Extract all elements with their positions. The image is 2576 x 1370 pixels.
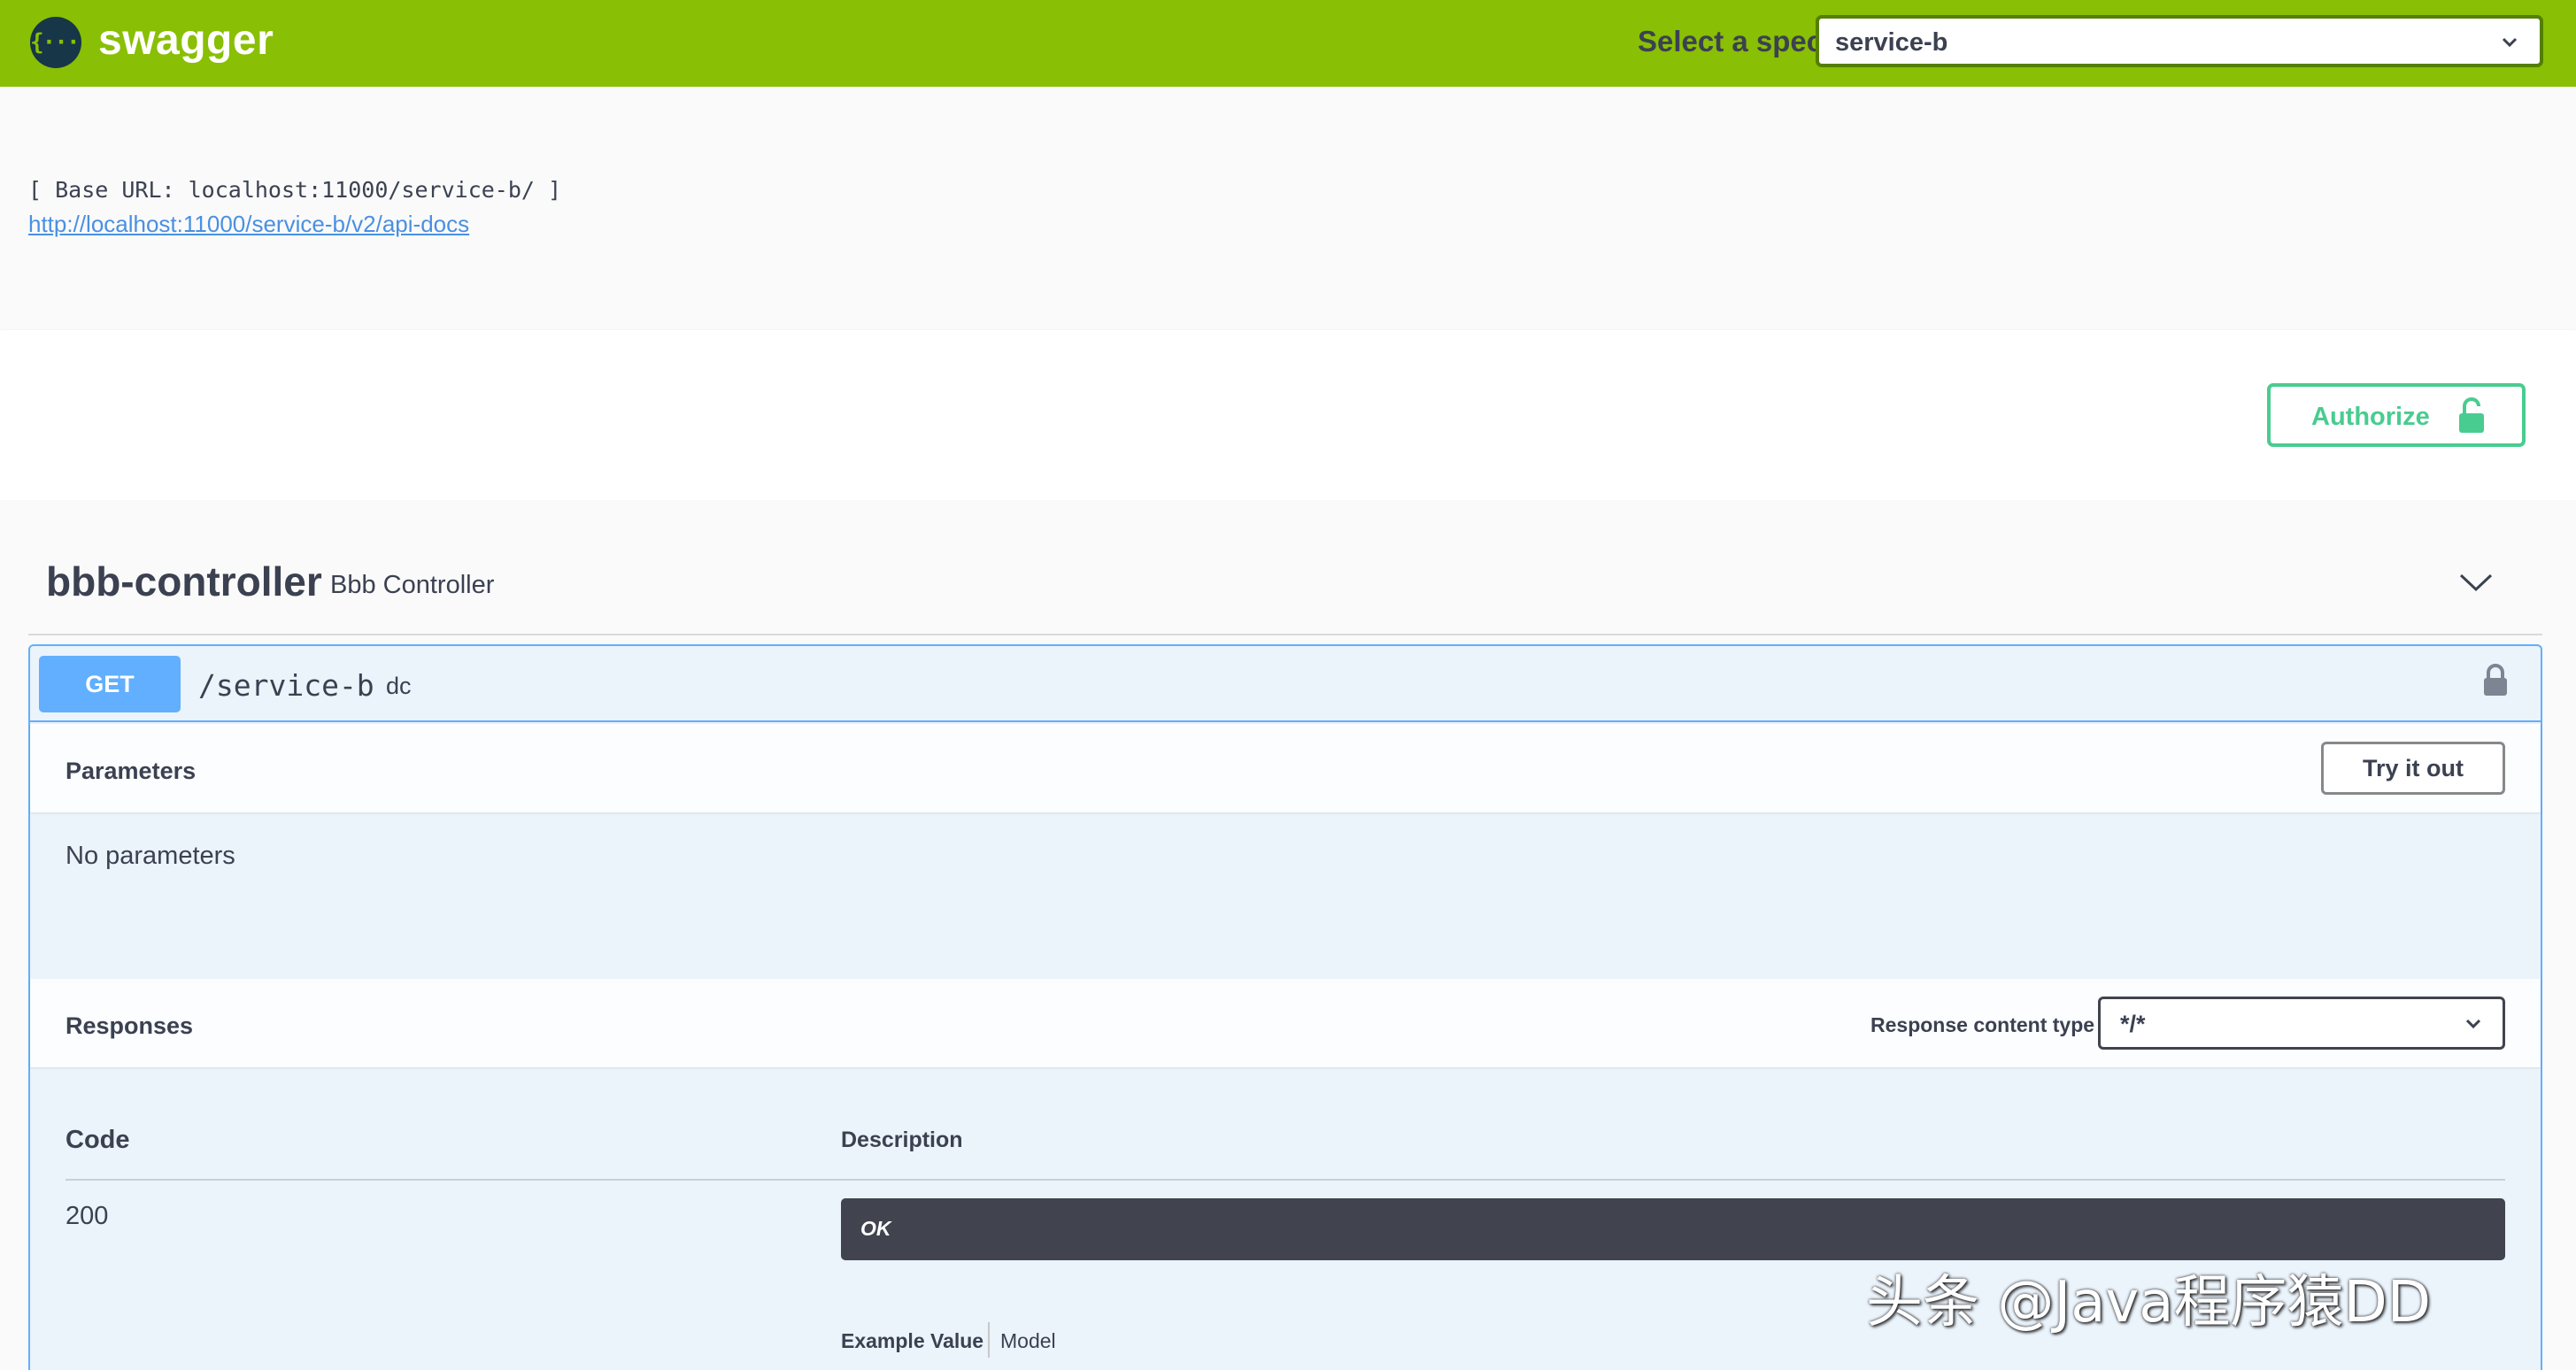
chevron-down-icon [2502, 37, 2518, 48]
tag-description: Bbb Controller [330, 571, 495, 599]
response-content-type-label: Response content type [1870, 1013, 2095, 1036]
example-value-tab[interactable]: Example Value [841, 1329, 983, 1353]
spec-select-value: service-b [1835, 28, 1948, 57]
table-header-code: Code [66, 1126, 130, 1154]
response-content-type-value: */* [2120, 1011, 2146, 1037]
watermark: 头条 @Java程序猿DD [1866, 1270, 2432, 1335]
response-description: OK [860, 1217, 891, 1240]
swagger-logo-icon: {···} [30, 17, 92, 68]
tag-title[interactable]: bbb-controller [46, 558, 322, 605]
unlock-icon [2459, 397, 2484, 433]
operation-path: /service-b [198, 668, 374, 703]
scheme-container [0, 330, 2576, 500]
try-it-out-button[interactable]: Try it out [2321, 742, 2505, 795]
chevron-down-icon [2465, 1019, 2481, 1029]
api-docs-link[interactable]: http://localhost:11000/service-b/v2/api-… [28, 211, 469, 238]
spec-select[interactable]: service-b [1816, 15, 2543, 67]
model-tab[interactable]: Model [1000, 1329, 1056, 1353]
brand-name: swagger [98, 17, 274, 64]
spec-select-label: Select a spec [1638, 25, 1824, 58]
parameters-title: Parameters [66, 758, 197, 784]
tab-divider [988, 1322, 990, 1358]
authorize-button[interactable]: Authorize [2267, 383, 2526, 447]
table-header-description: Description [841, 1128, 963, 1152]
divider [28, 634, 2542, 635]
response-content-type-select[interactable]: */* [2098, 997, 2505, 1050]
responses-title: Responses [66, 1012, 194, 1039]
operation-summary-text: dc [386, 673, 412, 699]
lock-icon[interactable] [2482, 664, 2509, 697]
response-description-box [841, 1198, 2505, 1260]
base-url: [ Base URL: localhost:11000/service-b/ ] [28, 177, 562, 203]
divider [66, 1179, 2505, 1181]
chevron-down-icon[interactable] [2457, 566, 2495, 596]
authorize-label: Authorize [2311, 403, 2430, 431]
info-section [0, 87, 2576, 330]
method-badge: GET [39, 656, 181, 712]
parameters-header [30, 724, 2541, 812]
no-parameters-text: No parameters [66, 842, 235, 870]
response-code: 200 [66, 1202, 109, 1230]
